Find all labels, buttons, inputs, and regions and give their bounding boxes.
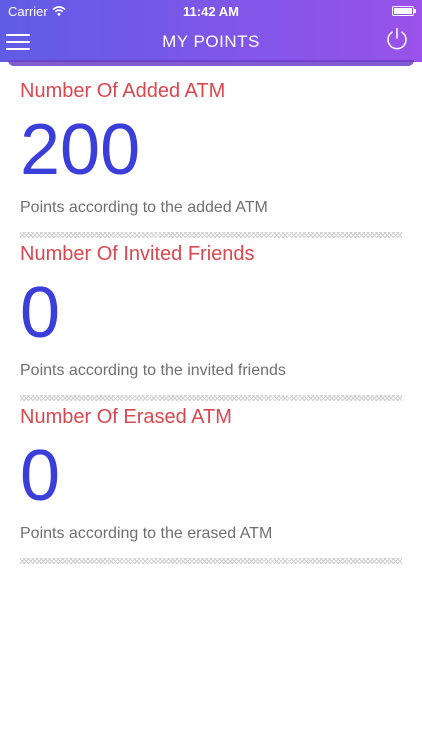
section-description: Points according to the invited friends	[20, 362, 286, 379]
erased-atm-section: Number Of Erased ATM 0 Points according …	[20, 404, 402, 564]
status-bar: Carrier 11:42 AM	[0, 0, 422, 22]
points-value: 200	[20, 110, 141, 190]
section-title: Number Of Added ATM	[20, 80, 226, 102]
battery-icon	[392, 6, 416, 16]
top-bar: Carrier 11:42 AM MY POINTS	[0, 0, 422, 62]
battery-level-fill	[394, 8, 412, 14]
section-title: Number Of Erased ATM	[20, 406, 232, 428]
power-icon	[387, 27, 407, 50]
status-time: 11:42 AM	[183, 4, 239, 19]
section-title: Number Of Invited Friends	[20, 243, 255, 265]
battery-cap	[414, 9, 416, 13]
divider	[20, 232, 402, 238]
divider	[20, 558, 402, 564]
invited-friends-section: Number Of Invited Friends 0 Points accor…	[20, 241, 402, 401]
power-button[interactable]	[384, 26, 410, 52]
section-description: Points according to the erased ATM	[20, 525, 273, 542]
section-description: Points according to the added ATM	[20, 199, 268, 216]
page-title: MY POINTS	[162, 32, 260, 51]
points-value: 0	[20, 273, 61, 353]
added-atm-section: Number Of Added ATM 200 Points according…	[20, 78, 402, 238]
divider	[20, 395, 402, 401]
points-value: 0	[20, 436, 61, 516]
top-bar-shadow	[8, 60, 414, 66]
navigation-bar: MY POINTS	[0, 22, 422, 62]
